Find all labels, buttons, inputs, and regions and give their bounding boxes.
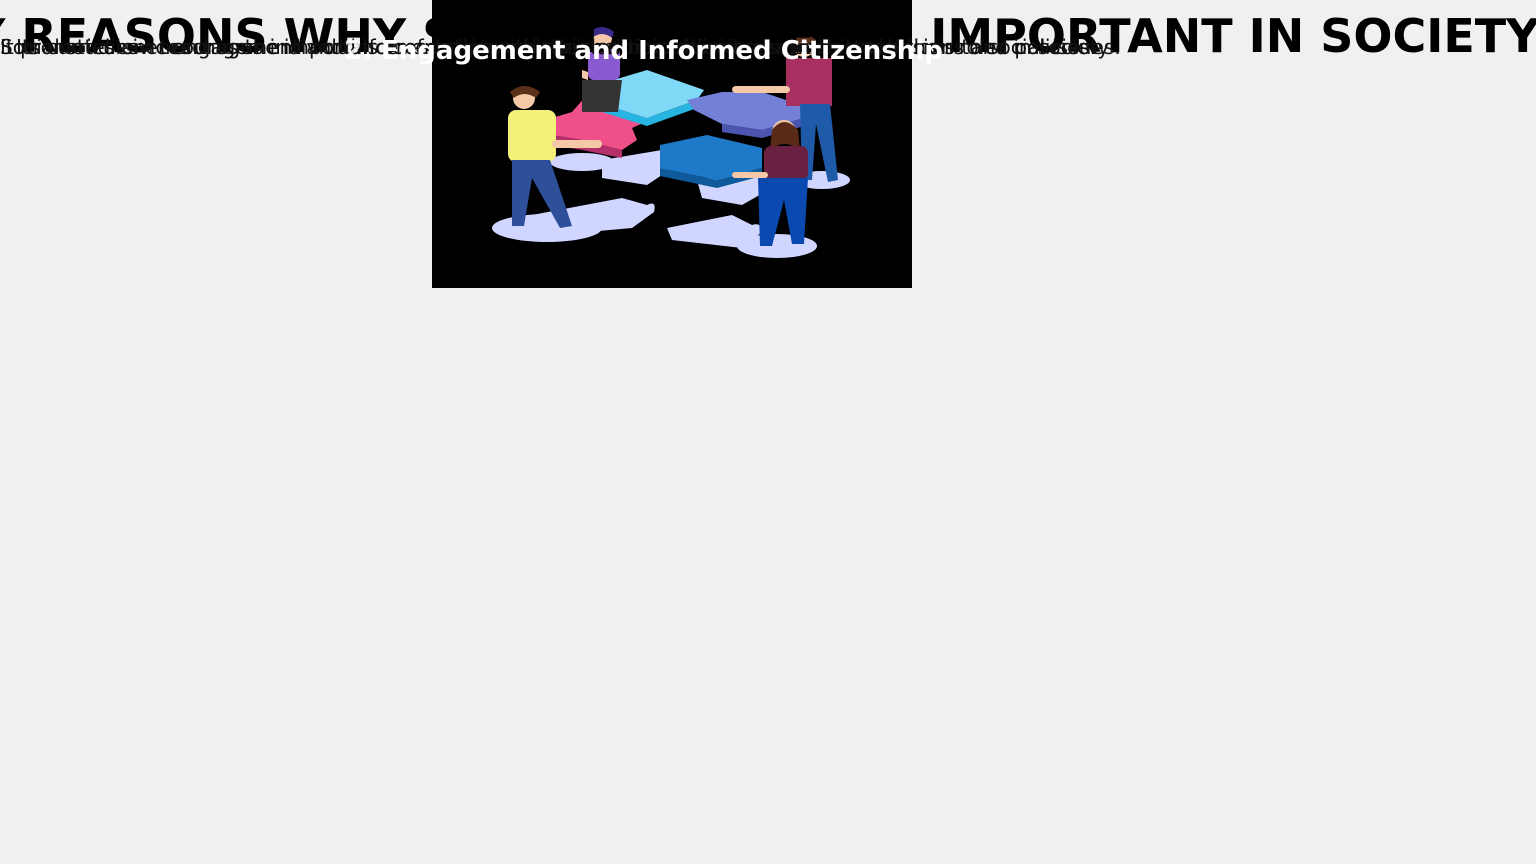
page: Y REASONS WHY SOCIAL STUDIES IS IMPORTAN… [0, 0, 1536, 864]
slide-title-text: Engagement and Informed Citizenship [381, 36, 943, 66]
slide-number: 2. [344, 36, 382, 66]
slide-title: 2. Engagement and Informed Citizenship [344, 34, 943, 68]
